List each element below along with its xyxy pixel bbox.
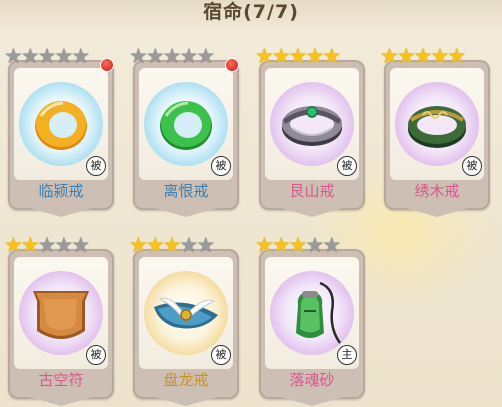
fate-card-1[interactable]: 被 ★ ★ ★ ★ ★ 临颍戒 (4, 45, 114, 210)
silver-gem-ring-icon (282, 106, 342, 146)
star-empty-icon: ★ (71, 232, 91, 257)
star-empty-icon: ★ (322, 232, 342, 257)
card-icon-area: 被 (390, 68, 484, 180)
star-empty-icon: ★ (71, 43, 91, 68)
star-rating: ★ ★ ★ ★ ★ (380, 44, 500, 68)
passive-badge: 被 (211, 345, 231, 365)
star-empty-icon: ★ (196, 232, 216, 257)
star-filled-icon: ★ (447, 43, 467, 68)
star-rating: ★ ★ ★ ★ ★ (129, 233, 249, 257)
card-icon-area: 被 (14, 257, 108, 369)
fate-card-2[interactable]: 被 ★ ★ ★ ★ ★ 离恨戒 (129, 45, 239, 210)
card-icon-area: 被 (265, 68, 359, 180)
passive-badge: 被 (86, 345, 106, 365)
jade-ring-icon (408, 106, 466, 148)
sand-pouch-icon (296, 281, 342, 344)
rarity-orb (19, 271, 103, 355)
fate-card-7[interactable]: 主 ★ ★ ★ ★ ★ 落魂砂 (255, 234, 365, 399)
passive-badge: 被 (86, 156, 106, 176)
winged-hat-icon (154, 297, 218, 329)
card-icon-area: 被 (14, 68, 108, 180)
rarity-orb (144, 82, 228, 166)
fate-card-6[interactable]: 被 ★ ★ ★ ★ ★ 盘龙戒 (129, 234, 239, 399)
card-icon-area: 主 (265, 257, 359, 369)
passive-badge: 被 (211, 156, 231, 176)
green-ring-icon (160, 101, 212, 150)
star-rating: ★ ★ ★ ★ ★ (4, 233, 124, 257)
card-icon-area: 被 (139, 68, 233, 180)
passive-badge: 被 (462, 156, 482, 176)
star-rating: ★ ★ ★ ★ ★ (255, 44, 375, 68)
red-alert-dot (100, 58, 114, 72)
fate-card-4[interactable]: 被 ★ ★ ★ ★ ★ 绣木戒 (380, 45, 490, 210)
star-rating: ★ ★ ★ ★ ★ (255, 233, 375, 257)
bronze-shield-icon (33, 291, 89, 339)
rarity-orb (19, 82, 103, 166)
fate-card-3[interactable]: 被 ★ ★ ★ ★ ★ 艮山戒 (255, 45, 365, 210)
star-empty-icon: ★ (196, 43, 216, 68)
red-alert-dot (225, 58, 239, 72)
passive-badge: 被 (337, 156, 357, 176)
page-title: 宿命(7/7) (0, 0, 502, 26)
rarity-orb (395, 82, 479, 166)
card-name: 临颍戒 (38, 182, 84, 200)
card-name: 落魂砂 (289, 371, 335, 389)
orange-ring-icon (35, 101, 87, 150)
card-name: 盘龙戒 (163, 371, 209, 389)
card-name: 艮山戒 (289, 182, 335, 200)
card-name: 绣木戒 (414, 182, 460, 200)
star-filled-icon: ★ (322, 43, 342, 68)
rarity-orb (270, 82, 354, 166)
card-name: 离恨戒 (163, 182, 209, 200)
card-icon-area: 被 (139, 257, 233, 369)
card-name: 古空符 (38, 371, 84, 389)
rarity-orb (144, 271, 228, 355)
fate-card-5[interactable]: 被 ★ ★ ★ ★ ★ 古空符 (4, 234, 114, 399)
active-badge: 主 (337, 345, 357, 365)
rarity-orb (270, 271, 354, 355)
